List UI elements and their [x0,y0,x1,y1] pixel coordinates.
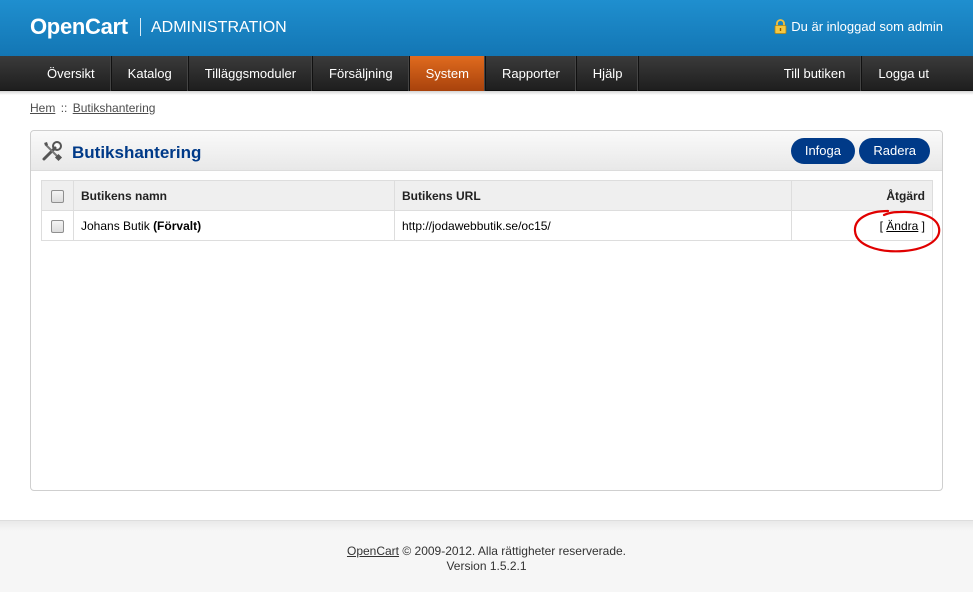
store-table: Butikens namn Butikens URL Åtgärd Johans… [41,180,933,241]
header-store-url[interactable]: Butikens URL [394,180,792,211]
menu-item-oversikt[interactable]: Översikt [30,56,112,91]
breadcrumb-separator: :: [60,101,68,115]
store-name: Johans Butik [81,218,150,233]
box-heading: Butikshantering Infoga Radera [31,131,942,171]
header-checkbox-cell [41,180,74,211]
footer: OpenCart © 2009-2012. Alla rättigheter r… [0,544,973,574]
logo[interactable]: OpenCart [30,14,128,40]
row-checkbox-cell [41,210,74,241]
header-store-name[interactable]: Butikens namn [73,180,395,211]
footer-version: Version 1.5.2.1 [446,559,527,573]
action-cell: [ Ändra ] [791,210,933,241]
delete-button[interactable]: Radera [859,138,930,164]
lock-icon [774,19,787,34]
breadcrumb-current-link[interactable]: Butikshantering [73,101,156,115]
main-menu: Översikt Katalog Tilläggsmoduler Försälj… [0,56,973,91]
menu-item-till-butiken[interactable]: Till butiken [768,56,863,91]
page-title: Butikshantering [72,143,202,162]
select-all-checkbox[interactable] [51,189,64,203]
menu-item-katalog[interactable]: Katalog [112,56,189,91]
footer-copyright-line: OpenCart © 2009-2012. Alla rättigheter r… [0,544,973,559]
breadcrumb: Hem :: Butikshantering [30,101,155,115]
menu-item-hjalp[interactable]: Hjälp [577,56,640,91]
breadcrumb-home-link[interactable]: Hem [30,101,55,115]
header: OpenCart ADMINISTRATION Du är inloggad s… [0,0,973,56]
insert-button[interactable]: Infoga [790,138,855,164]
row-checkbox[interactable] [51,219,64,233]
menu-shadow [0,91,973,95]
menu-right: Till butiken Logga ut [768,56,943,91]
menu-item-rapporter[interactable]: Rapporter [486,56,577,91]
menu-left: Översikt Katalog Tilläggsmoduler Försälj… [30,56,640,91]
menu-item-system[interactable]: System [409,56,486,91]
table-row: Johans Butik (Förvalt) http://jodawebbut… [41,210,933,241]
store-name-cell: Johans Butik (Förvalt) [73,210,395,241]
action-bracket-open: [ [879,218,883,233]
action-bracket-close: ] [921,218,925,233]
menu-item-forsaljning[interactable]: Försäljning [313,56,410,91]
logged-in-text: Du är inloggad som admin [791,19,943,34]
table-header-row: Butikens namn Butikens URL Åtgärd [41,180,933,211]
store-box: Butikshantering Infoga Radera Butikens n… [30,130,943,491]
edit-link[interactable]: Ändra [886,219,918,233]
admin-title: ADMINISTRATION [151,19,287,36]
tools-icon [42,141,63,162]
default-tag: (Förvalt) [153,218,202,233]
logged-in-status: Du är inloggad som admin [774,19,943,34]
menu-item-logga-ut[interactable]: Logga ut [862,56,943,91]
header-action: Åtgärd [791,180,933,211]
footer-copyright: © 2009-2012. Alla rättigheter reserverad… [402,544,626,558]
logo-divider [140,18,141,36]
footer-opencart-link[interactable]: OpenCart [347,544,399,558]
menu-item-tillaggsmoduler[interactable]: Tilläggsmoduler [189,56,314,91]
store-url-cell: http://jodawebbutik.se/oc15/ [394,210,792,241]
